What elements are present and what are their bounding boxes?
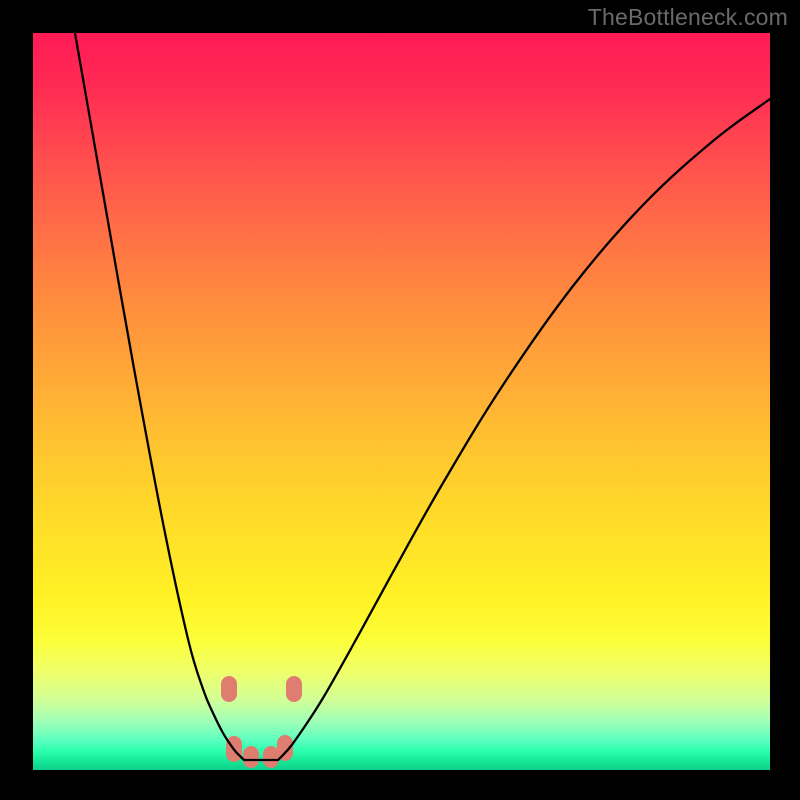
curve-marker [263,746,279,768]
curve-marker [243,746,259,768]
curve-marker [286,676,302,702]
chart-frame: TheBottleneck.com [0,0,800,800]
plot-area [33,33,770,770]
marker-group [221,676,302,768]
watermark-text: TheBottleneck.com [588,4,788,31]
curve-marker [221,676,237,702]
curve-overlay [33,33,770,770]
bottleneck-curve [75,33,770,760]
